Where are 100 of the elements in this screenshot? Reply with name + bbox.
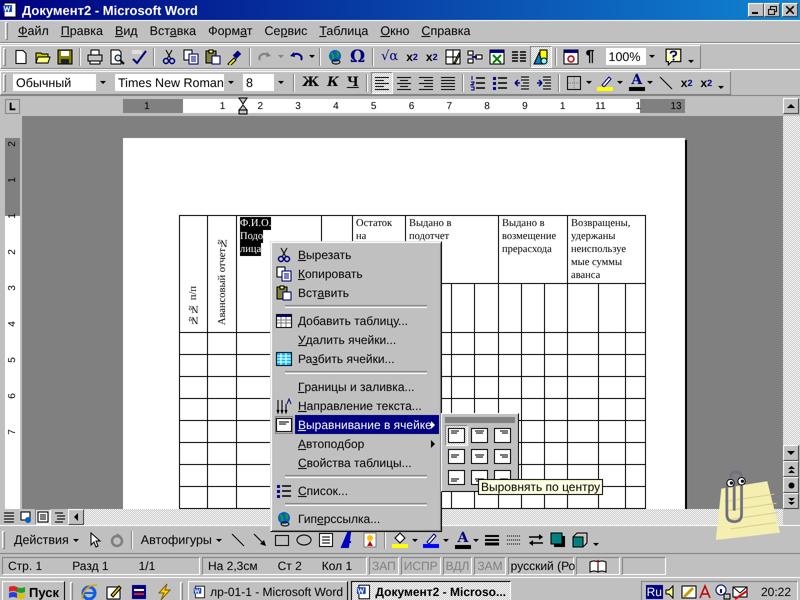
decrease-indent-icon[interactable]	[514, 74, 530, 90]
menu-item[interactable]: Свойства таблицы...	[273, 453, 439, 472]
drag-handle[interactable]	[445, 417, 515, 423]
insert-rows-icon[interactable]	[466, 48, 483, 64]
taskbar-button[interactable]: Документ2 - Microso...	[351, 581, 511, 600]
menu-item[interactable]: Разбить ячейки...	[273, 349, 439, 368]
menu-item[interactable]: Справка	[415, 24, 476, 38]
cell-alignment-button[interactable]	[491, 446, 514, 467]
equation-button[interactable]: √α	[377, 48, 402, 66]
start-button[interactable]: Пуск	[2, 581, 65, 600]
underline-button[interactable]: Ч	[342, 74, 363, 92]
borders-icon[interactable]	[566, 74, 582, 90]
font-color-button[interactable]: A	[628, 74, 646, 91]
notepad-icon[interactable]	[105, 583, 123, 600]
line-icon[interactable]	[658, 74, 674, 90]
menu-item[interactable]: Гиперссылка...	[273, 509, 439, 528]
cell-alignment-button[interactable]	[468, 425, 491, 446]
zoom-dropdown[interactable]: 100%	[604, 47, 660, 66]
next-page-button[interactable]	[783, 493, 799, 509]
language-indicator[interactable]: Ru	[646, 585, 663, 599]
numbered-list-icon[interactable]	[470, 74, 486, 90]
font-color-button[interactable]: A	[454, 532, 472, 548]
menu-item[interactable]: Копировать	[273, 264, 439, 283]
browser-icon[interactable]	[80, 583, 98, 600]
bold-button[interactable]: Ж	[298, 74, 324, 92]
print-layout-icon[interactable]	[35, 509, 51, 525]
lightning-icon[interactable]	[155, 583, 173, 600]
line-style-icon[interactable]	[484, 532, 500, 548]
cell-alignment-button[interactable]	[445, 425, 468, 446]
mail-icon[interactable]	[732, 584, 748, 600]
scroll-down-button[interactable]	[783, 445, 799, 461]
menu-item[interactable]: Добавить таблицу...	[273, 311, 439, 330]
arrow-icon[interactable]	[252, 532, 268, 548]
arrow-style-icon[interactable]	[528, 532, 544, 548]
spelling-status-button[interactable]	[576, 556, 620, 574]
menu-item[interactable]: Формат	[202, 24, 259, 38]
fill-bucket-icon[interactable]	[392, 532, 408, 548]
scroll-left-button[interactable]	[68, 509, 84, 525]
scissors-icon[interactable]	[161, 48, 177, 64]
spreadsheet-icon[interactable]	[488, 48, 505, 64]
web-layout-icon[interactable]	[18, 509, 34, 525]
cell-alignment-button[interactable]	[445, 467, 468, 488]
print-preview-icon[interactable]	[109, 48, 125, 64]
align-button[interactable]	[370, 72, 393, 94]
autoshapes-menu-button[interactable]: Автофигуры	[136, 533, 227, 547]
symbol-button[interactable]: Ω	[346, 48, 370, 66]
show-formatting-button[interactable]: ¶	[582, 48, 599, 66]
text-box-icon[interactable]	[318, 532, 334, 548]
menu-item[interactable]: Файл	[12, 24, 55, 38]
indent-marker-icon[interactable]	[238, 97, 248, 115]
brush-icon[interactable]	[227, 48, 243, 64]
copy-icon[interactable]	[183, 48, 199, 64]
style-dropdown[interactable]: Обычный	[12, 73, 110, 92]
menu-item[interactable]: Направление текста...	[273, 396, 439, 415]
menu-item[interactable]: Вставить	[273, 283, 439, 302]
bulleted-list-icon[interactable]	[492, 74, 508, 90]
menu-item[interactable]: Сервис	[258, 24, 314, 38]
spelling-check-icon[interactable]	[131, 48, 147, 64]
shadow-icon[interactable]	[550, 532, 566, 548]
menu-item[interactable]: Таблица	[313, 24, 374, 38]
globe-icon[interactable]	[327, 48, 343, 64]
minimize-button[interactable]	[748, 3, 764, 17]
highlighter-icon[interactable]	[596, 74, 613, 90]
language-indicator[interactable]: русский (Ро	[508, 556, 574, 574]
horizontal-ruler[interactable]: 1 1 2 3 4 5 6 7 8 9 1 11 1 13	[123, 99, 685, 113]
restore-button[interactable]	[764, 3, 780, 17]
menu-item[interactable]: Удалить ячейки...	[273, 330, 439, 349]
menu-item[interactable]: Список...	[273, 481, 439, 500]
drawing-toggle-button[interactable]	[530, 46, 552, 68]
menu-item[interactable]: Границы и заливка...	[273, 377, 439, 396]
tab-selector-icon[interactable]	[5, 98, 20, 114]
new-document-icon[interactable]	[13, 48, 29, 64]
menu-item[interactable]: Окно	[374, 24, 416, 38]
font-size-dropdown[interactable]: 8	[242, 73, 288, 92]
help-icon[interactable]	[664, 48, 683, 66]
oval-icon[interactable]	[296, 532, 312, 548]
document-map-icon[interactable]	[562, 48, 579, 64]
3d-box-icon[interactable]	[572, 532, 588, 548]
cell-alignment-button[interactable]	[491, 425, 514, 446]
cell-alignment-button[interactable]	[468, 446, 491, 467]
menu-item[interactable]: Правка	[54, 24, 109, 38]
actions-menu-button[interactable]: Действия	[9, 533, 84, 547]
scroll-up-button[interactable]	[783, 98, 799, 114]
line-icon[interactable]	[230, 532, 246, 548]
font-dropdown[interactable]: Times New Roman	[114, 73, 238, 92]
clip-art-icon[interactable]	[362, 532, 378, 548]
rectangle-icon[interactable]	[274, 532, 290, 548]
menu-item[interactable]: Автоподбор	[273, 434, 439, 453]
vertical-scrollbar[interactable]	[783, 116, 800, 509]
menu-item[interactable]: Вид	[108, 24, 144, 38]
previous-page-button[interactable]	[783, 461, 799, 477]
paste-icon[interactable]	[205, 48, 221, 64]
increase-indent-icon[interactable]	[536, 74, 552, 90]
close-button[interactable]	[782, 3, 798, 17]
pen-icon[interactable]	[422, 532, 439, 548]
menu-item[interactable]: Вырезать	[273, 245, 439, 264]
italic-button[interactable]: К	[323, 74, 343, 92]
printer-icon[interactable]	[87, 48, 103, 64]
browse-object-button[interactable]	[783, 477, 799, 493]
draw-table-icon[interactable]	[444, 48, 461, 64]
